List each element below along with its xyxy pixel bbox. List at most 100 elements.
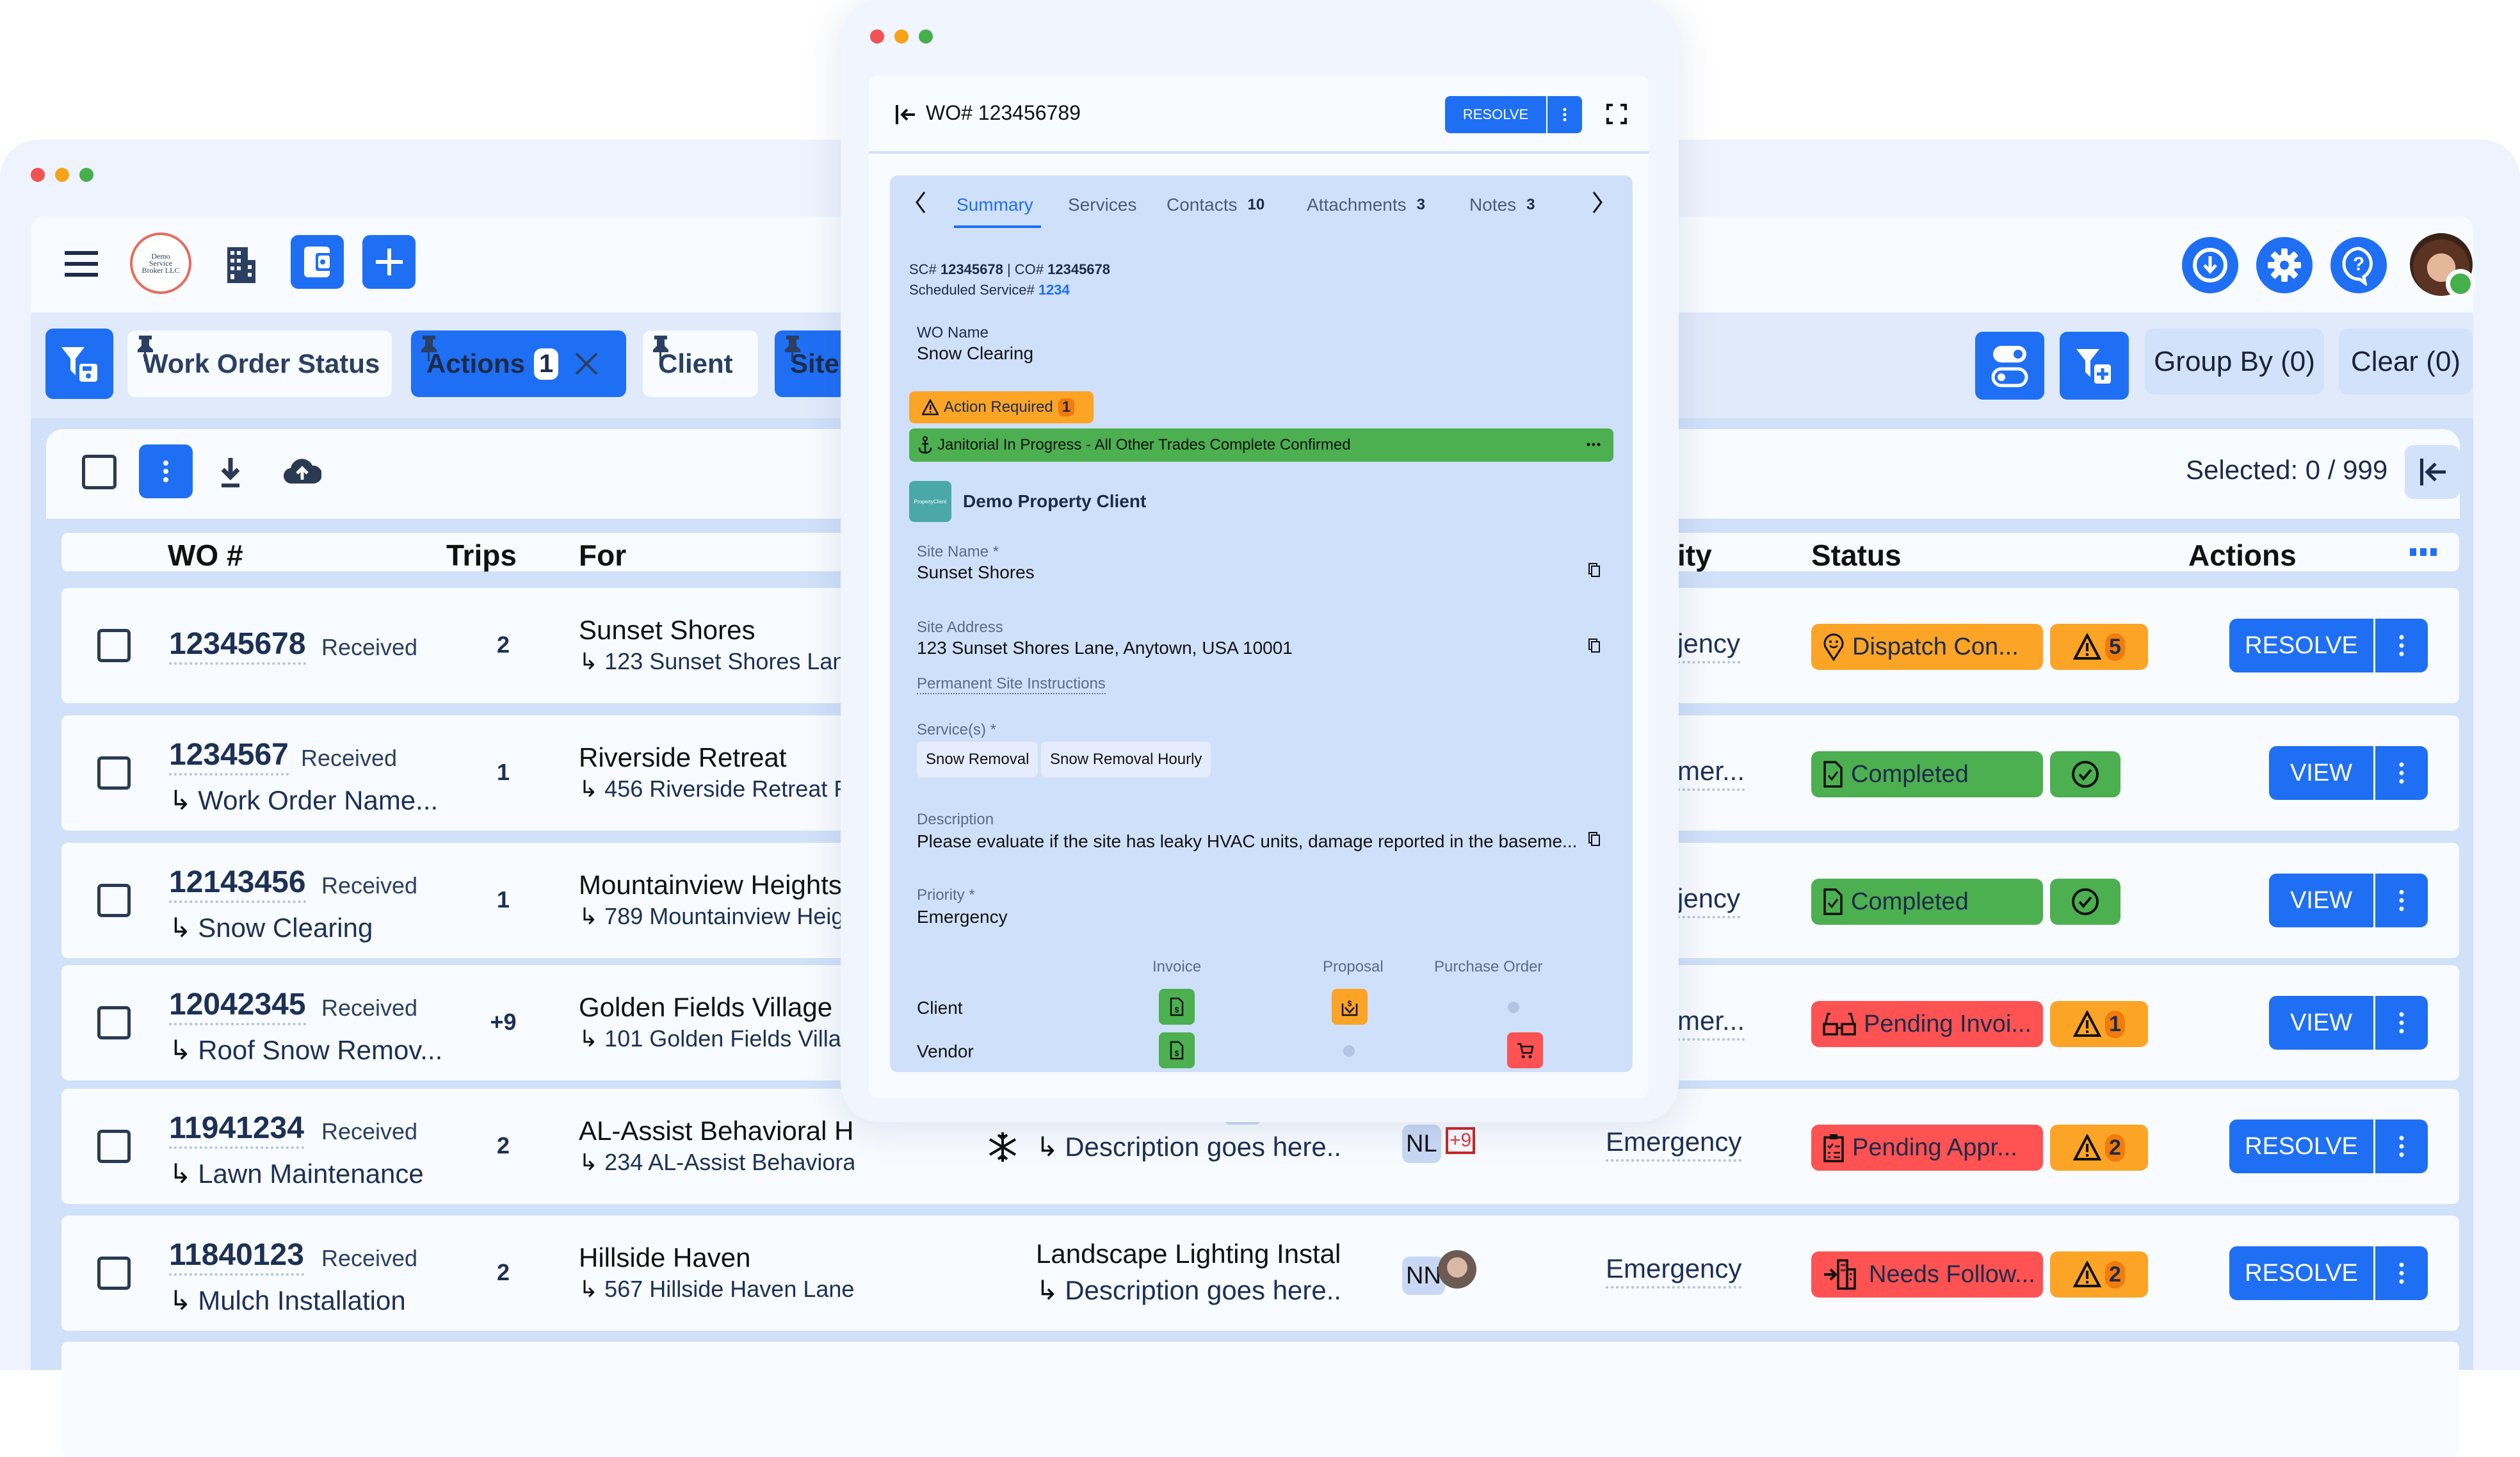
copy-icon[interactable] — [1588, 562, 1601, 578]
site-name[interactable]: Golden Fields Village — [579, 992, 854, 1023]
row-checkbox[interactable] — [97, 629, 131, 662]
status-badge[interactable]: Completed — [1811, 879, 2043, 925]
building-icon[interactable] — [223, 245, 259, 284]
resolve-button[interactable]: RESOLVE — [2229, 1119, 2373, 1173]
fullscreen-icon[interactable] — [1606, 104, 1627, 124]
alert-badge[interactable]: 2 — [2050, 1125, 2148, 1171]
more-actions-button[interactable] — [1546, 96, 1582, 133]
alert-badge[interactable]: 5 — [2050, 624, 2148, 670]
completed-badge[interactable] — [2050, 751, 2120, 797]
tab-summary[interactable]: Summary — [957, 195, 1033, 215]
add-filter-button[interactable] — [2060, 332, 2129, 400]
view-button[interactable]: VIEW — [2269, 874, 2373, 927]
row-checkbox[interactable] — [97, 1006, 131, 1039]
priority-value[interactable]: Emergency — [1606, 1251, 1742, 1289]
trips-count[interactable]: 2 — [484, 631, 522, 658]
view-button[interactable]: VIEW — [2269, 746, 2373, 800]
site-name[interactable]: Mountainview Heights — [579, 870, 854, 900]
user-avatar[interactable] — [2410, 233, 2475, 298]
select-all-checkbox[interactable] — [82, 455, 117, 489]
assignee-badge[interactable]: NL — [1402, 1125, 1441, 1163]
trips-count[interactable]: +9 — [484, 1009, 522, 1036]
assignee-avatar[interactable] — [1438, 1250, 1476, 1289]
download-button[interactable] — [2182, 237, 2238, 293]
progress-banner[interactable]: Janitorial In Progress - All Other Trade… — [909, 428, 1613, 462]
close-window-button[interactable] — [870, 29, 884, 44]
resolve-button[interactable]: RESOLVE — [2229, 1246, 2373, 1300]
table-row[interactable]: 11840123 Received ↳ Mulch Installation 2 Hill… — [61, 1216, 2459, 1331]
priority-value[interactable]: jency — [1677, 626, 1741, 663]
client-proposal-button[interactable]: $ — [1332, 989, 1368, 1025]
minimize-window-button[interactable] — [894, 29, 909, 44]
trips-count[interactable]: 2 — [484, 1259, 522, 1286]
trips-count[interactable]: 1 — [484, 886, 522, 913]
saved-filters-button[interactable] — [45, 329, 113, 399]
company-logo[interactable]: Demo Service Broker LLC — [130, 232, 191, 294]
toggle-columns-button[interactable] — [1975, 332, 2044, 400]
tab-services[interactable]: Services — [1068, 195, 1136, 215]
filter-chip-client[interactable]: Client — [643, 330, 758, 397]
row-checkbox[interactable] — [97, 884, 131, 917]
client-name[interactable]: Demo Property Client — [963, 491, 1146, 512]
tabs-next-icon[interactable] — [1591, 191, 1604, 214]
row-more-actions-button[interactable] — [2373, 874, 2428, 927]
filter-chip-actions[interactable]: Actions 1 — [411, 330, 626, 397]
service-chip[interactable]: Snow Removal — [917, 742, 1038, 777]
priority-value[interactable]: mer... — [1677, 754, 1745, 791]
column-header-for[interactable]: For — [579, 538, 626, 573]
collapse-panel-button[interactable] — [2405, 445, 2460, 499]
site-name[interactable]: Sunset Shores — [579, 615, 854, 646]
menu-icon[interactable] — [63, 245, 100, 282]
column-options-icon[interactable] — [2410, 548, 2438, 556]
copy-icon[interactable] — [1588, 638, 1601, 653]
row-action-split-button[interactable]: VIEW — [2269, 996, 2428, 1050]
permanent-site-instructions-link[interactable]: Permanent Site Instructions — [917, 675, 1106, 694]
clear-filters-button[interactable]: Clear (0) — [2339, 329, 2473, 395]
trips-count[interactable]: 2 — [484, 1132, 522, 1159]
row-checkbox[interactable] — [97, 1257, 131, 1290]
bulk-actions-button[interactable] — [139, 444, 193, 498]
group-by-button[interactable]: Group By (0) — [2145, 329, 2324, 395]
service-name[interactable]: Landscape Lighting Instal — [1036, 1239, 1343, 1269]
row-action-split-button[interactable]: VIEW — [2269, 746, 2428, 800]
service-chip[interactable]: Snow Removal Hourly — [1041, 742, 1211, 777]
wo-number-link[interactable]: 12042345 — [169, 987, 306, 1025]
vendor-purchase-order-button[interactable] — [1507, 1032, 1543, 1068]
status-badge[interactable]: Pending Appr... — [1811, 1125, 2043, 1171]
wo-number-link[interactable]: 1234567 — [169, 737, 289, 776]
row-more-actions-button[interactable] — [2373, 1119, 2428, 1173]
client-invoice-button[interactable]: $ — [1159, 989, 1195, 1025]
row-checkbox[interactable] — [97, 756, 131, 790]
row-checkbox[interactable] — [97, 1130, 131, 1163]
site-name[interactable]: Riverside Retreat — [579, 742, 854, 773]
row-more-actions-button[interactable] — [2373, 996, 2428, 1050]
column-header-status[interactable]: Status — [1811, 538, 1902, 573]
row-action-split-button[interactable]: RESOLVE — [2229, 619, 2428, 672]
status-badge[interactable]: Completed — [1811, 751, 2043, 797]
export-button[interactable] — [214, 455, 246, 491]
site-name[interactable]: Hillside Haven — [579, 1242, 854, 1273]
wo-number-link[interactable]: 12143456 — [169, 865, 306, 903]
row-action-split-button[interactable]: VIEW — [2269, 874, 2428, 927]
column-header-actions[interactable]: Actions — [2188, 538, 2297, 573]
resolve-button[interactable]: RESOLVE — [1445, 96, 1546, 133]
resolve-button[interactable]: RESOLVE — [2229, 619, 2373, 672]
column-header-trips[interactable]: Trips — [446, 538, 517, 573]
priority-value[interactable]: mer... — [1677, 1004, 1745, 1041]
site-name[interactable]: AL-Assist Behavioral Healt — [579, 1116, 854, 1146]
tab-attachments[interactable]: Attachments 3 — [1307, 195, 1425, 215]
column-header-priority[interactable]: ity — [1677, 538, 1712, 573]
view-button[interactable]: VIEW — [2269, 996, 2373, 1050]
copy-icon[interactable] — [1588, 831, 1601, 847]
tab-contacts[interactable]: Contacts 10 — [1167, 195, 1264, 215]
minimize-window-button[interactable] — [55, 168, 69, 182]
table-row[interactable] — [61, 1342, 2459, 1457]
filter-chip-site[interactable]: Site — [775, 330, 845, 397]
action-required-badge[interactable]: Action Required 1 — [909, 391, 1094, 423]
assignee-extra-badge[interactable]: +9 — [1446, 1127, 1476, 1154]
wo-number-link[interactable]: 11840123 — [169, 1237, 304, 1276]
alert-badge[interactable]: 2 — [2050, 1251, 2148, 1298]
wo-number-link[interactable]: 12345678 — [169, 626, 306, 665]
status-badge[interactable]: Pending Invoi... — [1811, 1001, 2043, 1047]
resolve-split-button[interactable]: RESOLVE — [1445, 96, 1582, 133]
